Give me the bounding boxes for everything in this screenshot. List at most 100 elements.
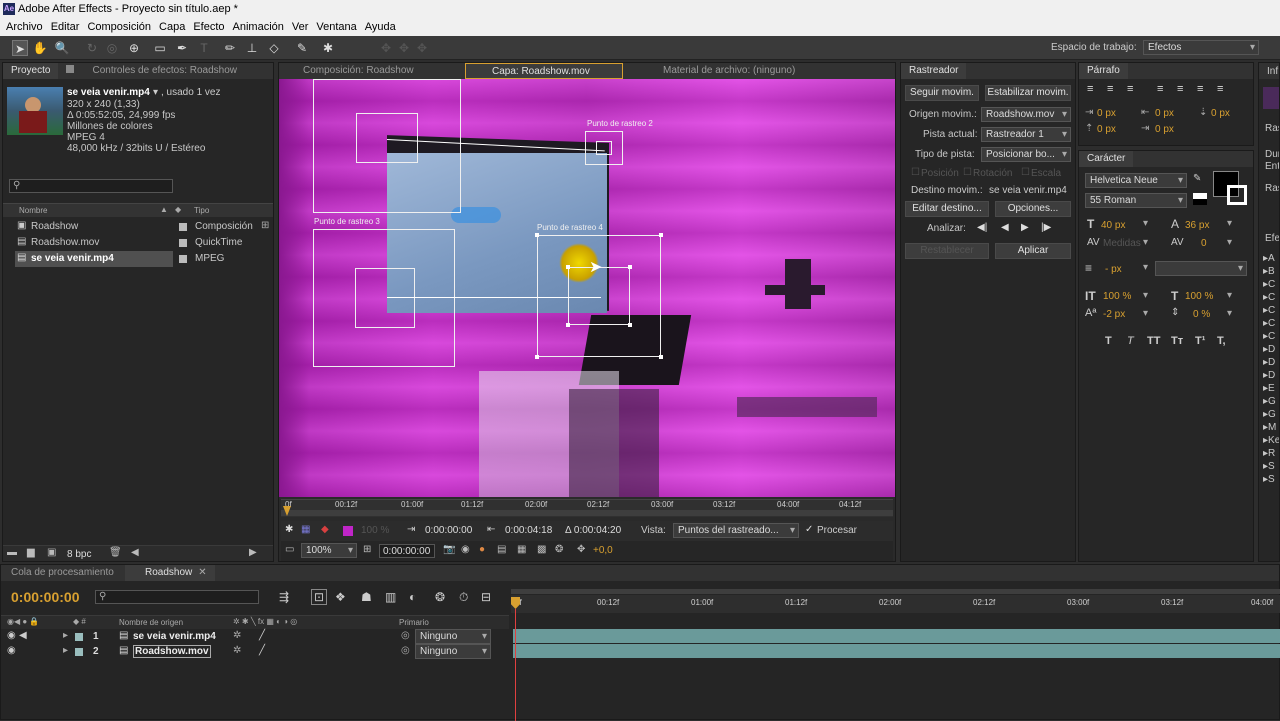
baseline-shift-value[interactable]: -2 px — [1103, 309, 1125, 320]
indent-right-value[interactable]: 0 px — [1155, 108, 1174, 119]
quality-switch-icon[interactable]: ╱ — [259, 645, 265, 656]
axis-world-icon[interactable]: ✥ — [396, 40, 412, 56]
space-after-value[interactable]: 0 px — [1211, 108, 1230, 119]
font-family-dropdown[interactable]: Helvetica Neue — [1085, 173, 1187, 188]
kerning-value[interactable]: Medidas — [1103, 238, 1141, 249]
timeline-current-time[interactable]: 0:00:00:00 — [11, 589, 80, 605]
out-point-time[interactable]: 0:00:04:18 — [505, 525, 552, 536]
render-checkbox[interactable]: ✓ — [805, 524, 813, 535]
dropdown-arrow-icon[interactable]: ▾ — [153, 87, 158, 98]
parent-dropdown[interactable]: Ninguno — [415, 629, 491, 644]
expand-arrow-icon[interactable]: ▸ — [63, 645, 68, 656]
eye-icon[interactable]: ◉ — [7, 645, 16, 656]
effects-category[interactable]: ▸S — [1263, 461, 1275, 472]
trash-icon[interactable]: 🗑 — [109, 547, 122, 558]
effects-category[interactable]: ▸D — [1263, 357, 1275, 368]
justify-all-icon[interactable]: ≡ — [1217, 83, 1223, 95]
tracking-value[interactable]: 0 — [1201, 238, 1207, 249]
align-left-icon[interactable]: ≡ — [1087, 83, 1093, 95]
vertical-scale-value[interactable]: 100 % — [1103, 291, 1131, 302]
in-point-time[interactable]: 0:00:00:00 — [425, 525, 472, 536]
expand-arrow-icon[interactable]: ▸ — [63, 630, 68, 641]
transparency-grid-icon[interactable]: ▩ — [537, 544, 546, 555]
auto-keyframe-icon[interactable]: ⏱ — [459, 590, 468, 605]
zoom-tool-icon[interactable]: 🔍 — [54, 40, 70, 56]
current-time-field[interactable]: 0:00:00:00 — [379, 544, 435, 558]
layer-name[interactable]: Roadshow.mov — [133, 645, 211, 658]
graph-editor-icon[interactable]: ⊟ — [481, 590, 491, 604]
scale-checkbox[interactable]: ☐ — [1021, 167, 1030, 178]
shy-switch-icon[interactable]: ✲ — [233, 630, 241, 641]
menu-ventana[interactable]: Ventana — [312, 18, 360, 36]
current-track-dropdown[interactable]: Rastreador 1 — [981, 127, 1071, 142]
motion-blur-icon[interactable]: ◐ — [409, 590, 416, 604]
live-update-icon[interactable]: ⊡ — [311, 589, 328, 605]
tab-footage[interactable]: Material de archivo: (ninguno) — [623, 63, 803, 79]
analyze-back-frame-icon[interactable]: ◀| — [977, 222, 987, 233]
dropdown-arrow-icon[interactable]: ▾ — [1143, 262, 1148, 273]
effects-category[interactable]: ▸D — [1263, 344, 1275, 355]
speaker-icon[interactable]: ◀ — [19, 630, 27, 641]
draft-3d-icon[interactable]: ❖ — [335, 590, 346, 604]
brush-tool-icon[interactable]: ✏ — [222, 40, 238, 56]
black-swatch[interactable] — [1193, 199, 1207, 205]
corner-handle[interactable] — [659, 355, 663, 359]
layer-row[interactable]: ◉ ▸ 2 ▤ Roadshow.mov ✲ ╱ ◎ Ninguno — [1, 644, 509, 659]
layer-row[interactable]: ◉ ◀ ▸ 1 ▤ se veia venir.mp4 ✲ ╱ ◎ Ningun… — [1, 629, 509, 644]
effects-category[interactable]: ▸C — [1263, 318, 1275, 329]
menu-animacion[interactable]: Animación — [229, 18, 288, 36]
rotate-tool-icon[interactable]: ↻ — [84, 40, 100, 56]
close-icon[interactable]: ✕ — [198, 567, 206, 578]
tab-paragraph[interactable]: Párrafo — [1079, 63, 1128, 79]
menu-editar[interactable]: Editar — [47, 18, 84, 36]
faux-bold-button[interactable]: T — [1105, 335, 1112, 347]
show-snapshot-icon[interactable]: ◉ — [461, 544, 470, 555]
effects-category[interactable]: ▸C — [1263, 305, 1275, 316]
axis-local-icon[interactable]: ✥ — [378, 40, 394, 56]
label-color-swatch[interactable] — [179, 223, 187, 231]
bpc-toggle[interactable]: 8 bpc — [67, 549, 91, 560]
dropdown-arrow-icon[interactable]: ▾ — [1227, 308, 1232, 319]
column-name[interactable]: Nombre — [19, 206, 47, 215]
scroll-right-icon[interactable]: ▶ — [249, 547, 257, 558]
menu-archivo[interactable]: Archivo — [2, 18, 47, 36]
tab-layer[interactable]: Capa: Roadshow.mov — [465, 63, 623, 79]
exposure-reset-icon[interactable]: ✥ — [577, 544, 585, 555]
sort-arrow-icon[interactable]: ▲ — [160, 205, 168, 214]
quality-switch-icon[interactable]: ╱ — [259, 630, 265, 641]
pickwhip-icon[interactable]: ◎ — [401, 630, 410, 641]
justify-center-icon[interactable]: ≡ — [1177, 83, 1183, 95]
superscript-button[interactable]: T¹ — [1195, 335, 1205, 347]
tab-effect-controls[interactable]: Controles de efectos: Roadshow — [58, 63, 245, 79]
work-area-bar[interactable] — [511, 589, 1280, 594]
grid-icon[interactable]: ⊞ — [363, 544, 371, 555]
subscript-button[interactable]: T, — [1217, 335, 1226, 347]
channel-icon[interactable]: ▦ — [301, 524, 310, 535]
track-point-2-feature-region[interactable] — [596, 141, 612, 155]
pan-behind-tool-icon[interactable]: ⊕ — [126, 40, 142, 56]
exposure-value[interactable]: +0,0 — [593, 545, 613, 556]
eye-icon[interactable]: ◉ — [7, 630, 16, 641]
position-checkbox[interactable]: ☐ — [911, 167, 920, 178]
dropdown-arrow-icon[interactable]: ▾ — [1227, 237, 1232, 248]
effects-category[interactable]: ▸C — [1263, 331, 1275, 342]
timeline-ruler[interactable]: 0f 00:12f 01:00f 01:12f 02:00f 02:12f 03… — [511, 589, 1280, 613]
parent-dropdown[interactable]: Ninguno — [415, 644, 491, 659]
stroke-color-swatch[interactable] — [1227, 185, 1247, 205]
tab-roadshow-comp[interactable]: Roadshow ✕ — [125, 565, 215, 581]
justify-right-icon[interactable]: ≡ — [1197, 83, 1203, 95]
align-center-icon[interactable]: ≡ — [1107, 83, 1113, 95]
corner-handle[interactable] — [628, 323, 632, 327]
track-point-3-feature-region[interactable] — [355, 268, 415, 328]
label-color-swatch[interactable] — [179, 239, 187, 247]
clone-stamp-tool-icon[interactable]: ⊥ — [244, 40, 260, 56]
label-color-swatch[interactable] — [75, 633, 83, 641]
brainstorm-icon[interactable]: ❂ — [435, 590, 445, 604]
workspace-dropdown[interactable]: Efectos — [1143, 40, 1259, 55]
hand-tool-icon[interactable]: ✋ — [32, 40, 48, 56]
project-row[interactable]: ▤ Roadshow.mov QuickTime — [3, 235, 273, 251]
horizontal-scale-value[interactable]: 100 % — [1185, 291, 1213, 302]
analyze-backward-icon[interactable]: ◀ — [1001, 222, 1009, 233]
type-tool-icon[interactable]: T — [196, 40, 212, 56]
pen-tool-icon[interactable]: ✒ — [174, 40, 190, 56]
